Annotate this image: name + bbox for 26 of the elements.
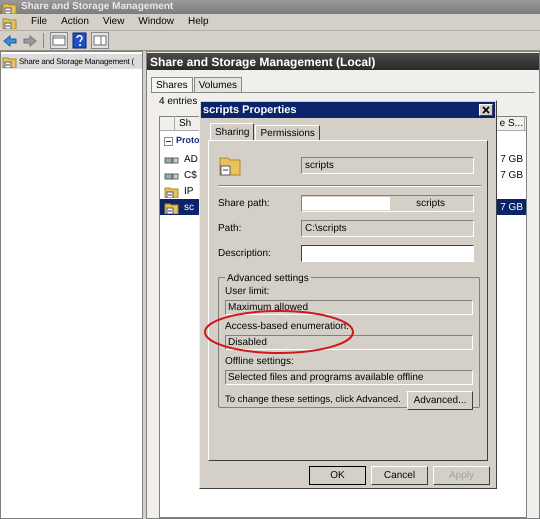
dialog-title: scripts Properties: [203, 102, 297, 118]
group-box-legend: Advanced settings: [225, 271, 311, 286]
path-field: C:\scripts: [301, 220, 474, 237]
setting-value-field: Maximum allowed: [225, 300, 473, 315]
window-title: Share and Storage Management: [21, 2, 174, 12]
setting-label: Offline settings:: [225, 356, 295, 368]
field-label: Share path:: [218, 197, 271, 211]
field-label: Description:: [218, 247, 272, 261]
share-name: sc: [184, 200, 194, 214]
field-label: Path:: [218, 222, 242, 236]
setting-value-field: Selected files and programs available offline: [225, 370, 473, 385]
free-space: 7 GB: [500, 152, 523, 166]
advanced-note: To change these settings, click Advanced.: [225, 393, 401, 408]
share-name-field: scripts: [301, 156, 474, 174]
free-space: 7 GB: [500, 200, 523, 214]
share-name: IP: [184, 184, 194, 198]
group-header: Proto: [176, 134, 200, 148]
setting-value-field: Disabled: [225, 335, 473, 350]
setting-label: User limit:: [225, 286, 270, 298]
entry-count: 4 entries: [159, 97, 198, 109]
free-space: 7 GB: [500, 168, 523, 182]
pane-title: Share and Storage Management (Local): [147, 53, 539, 70]
share-name: C$: [184, 168, 197, 182]
share-path-field: scripts: [301, 195, 474, 212]
share-name: AD: [184, 152, 198, 166]
setting-label: Access-based enumeration:: [225, 321, 350, 333]
